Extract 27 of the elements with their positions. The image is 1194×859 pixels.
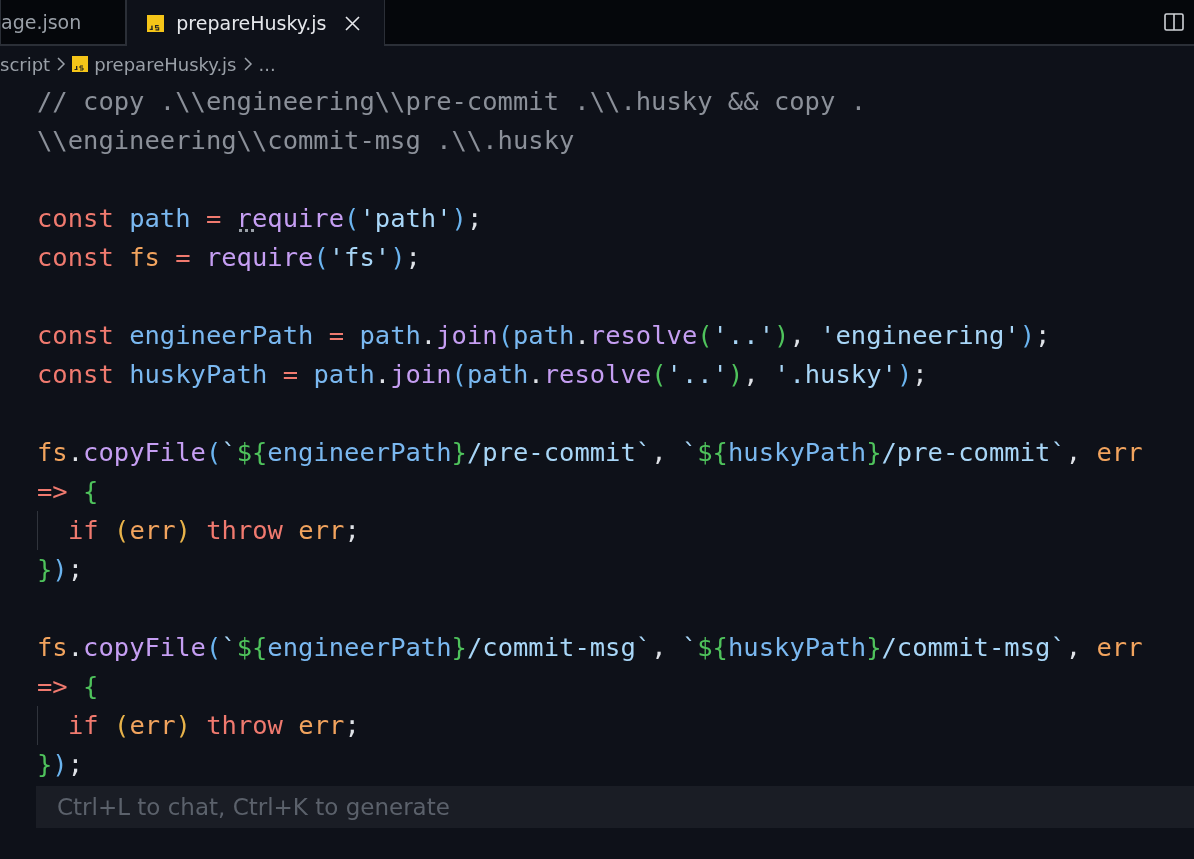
breadcrumb-item[interactable]: ... bbox=[258, 53, 276, 75]
code-line: }); bbox=[37, 748, 84, 781]
editor-tab[interactable]: age.json bbox=[0, 0, 127, 44]
code-line: }); bbox=[37, 553, 84, 586]
code-line: => { bbox=[37, 475, 99, 508]
code-line: if (err) throw err; bbox=[37, 706, 360, 745]
code-line: => { bbox=[37, 670, 99, 703]
breadcrumb-item[interactable]: prepareHusky.js bbox=[94, 53, 237, 75]
code-line: fs.copyFile(`${engineerPath}/pre-commit`, `${huskyPath}/pre-commit`, err bbox=[37, 436, 1143, 469]
code-line: const huskyPath = path.join(path.resolve('..'), '.husky'); bbox=[37, 358, 928, 391]
code-line: \\engineering\\commit-msg .\\.husky bbox=[37, 124, 575, 157]
chevron-right-icon bbox=[56, 56, 67, 72]
js-file-icon bbox=[147, 14, 165, 32]
breadcrumb-item[interactable]: script bbox=[0, 53, 51, 75]
code-line: fs.copyFile(`${engineerPath}/commit-msg`, `${huskyPath}/commit-msg`, err bbox=[37, 631, 1143, 664]
hint-dots-icon bbox=[239, 229, 255, 233]
chevron-right-icon bbox=[242, 56, 253, 72]
code-line: if (err) throw err; bbox=[37, 511, 360, 550]
js-file-icon bbox=[72, 56, 89, 72]
close-icon[interactable] bbox=[344, 15, 360, 31]
code-line: // copy .\\engineering\\pre-commit .\\.husky && copy . bbox=[37, 85, 867, 118]
split-editor-icon[interactable] bbox=[1164, 13, 1184, 31]
code-line: const engineerPath = path.join(path.resolve('..'), 'engineering'); bbox=[37, 319, 1051, 352]
code-line: const path = require('path'); bbox=[37, 202, 483, 235]
chat-prompt-field[interactable]: Ctrl+L to chat, Ctrl+K to generate bbox=[36, 786, 1194, 828]
code-line: const fs = require('fs'); bbox=[37, 241, 421, 274]
editor-tab[interactable]: prepareHusky.js bbox=[126, 0, 385, 46]
